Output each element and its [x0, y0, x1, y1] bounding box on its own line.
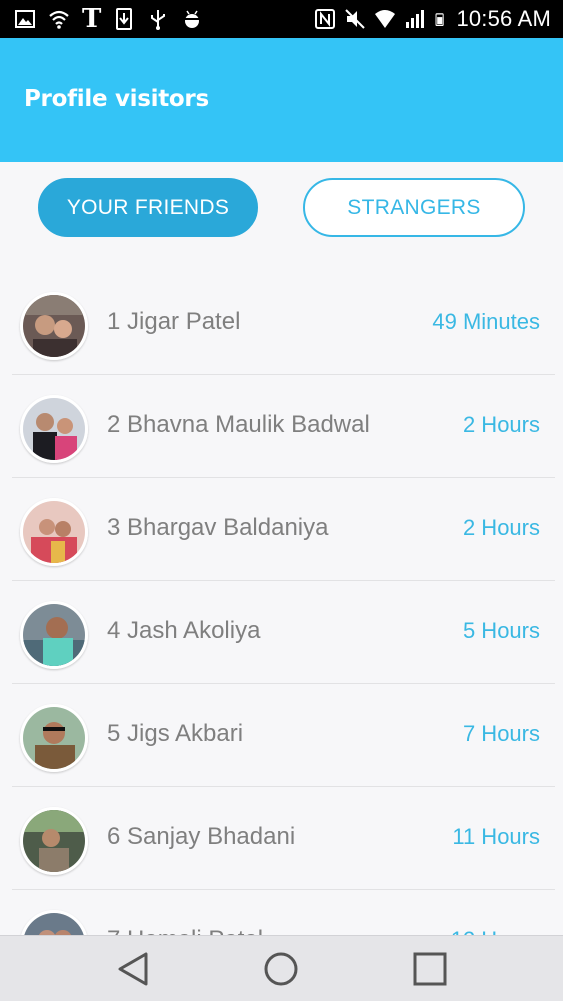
visit-time: 5 Hours — [462, 618, 540, 643]
visit-time: 7 Hours — [462, 721, 540, 746]
clock-time: 10:56 AM — [456, 6, 551, 31]
nfc-icon — [315, 9, 336, 29]
navigation-bar — [0, 935, 563, 1001]
visitor-name: 4 Jash Akoliya — [107, 617, 261, 644]
android-debug-icon — [184, 10, 201, 28]
tab-your-friends[interactable]: YOUR FRIENDS — [38, 178, 258, 237]
visitor-name: 6 Sanjay Bhadani — [107, 823, 296, 850]
visitor-name: 3 Bhargav Baldaniya — [107, 514, 329, 541]
home-icon[interactable] — [262, 950, 300, 988]
avatar — [20, 498, 88, 566]
wifi-icon — [375, 10, 396, 28]
visitor-name: 1 Jigar Patel — [107, 308, 241, 335]
list-item[interactable]: 6 Sanjay Bhadani 11 Hours — [12, 787, 555, 890]
visit-time: 11 Hours — [452, 824, 540, 849]
list-item[interactable]: 4 Jash Akoliya 5 Hours — [12, 581, 555, 684]
status-bar-right: 10:56 AM — [314, 5, 551, 33]
signal-icon — [406, 10, 425, 28]
visit-time: 2 Hours — [462, 515, 540, 540]
visit-time: 49 Minutes — [432, 309, 540, 334]
list-item[interactable]: 1 Jigar Patel 49 Minutes — [12, 272, 555, 375]
download-icon — [116, 8, 133, 30]
image-icon — [15, 10, 35, 28]
list-item[interactable]: 5 Jigs Akbari 7 Hours — [12, 684, 555, 787]
mute-icon — [345, 9, 366, 29]
visitor-list: 1 Jigar Patel 49 Minutes 2 Bhavna Maulik… — [0, 272, 563, 993]
recents-icon[interactable] — [411, 950, 449, 988]
visitor-name: 5 Jigs Akbari — [107, 720, 244, 747]
avatar — [20, 395, 88, 463]
status-bar-left: T — [14, 6, 203, 32]
status-bar: T 10:56 AM — [0, 0, 563, 38]
avatar — [20, 704, 88, 772]
tab-strangers[interactable]: STRANGERS — [303, 178, 525, 237]
list-item[interactable]: 2 Bhavna Maulik Badwal 2 Hours — [12, 375, 555, 478]
battery-icon — [435, 13, 445, 26]
back-icon[interactable] — [114, 950, 152, 988]
app-bar: Profile visitors — [0, 38, 563, 162]
avatar — [20, 601, 88, 669]
visit-time: 2 Hours — [462, 412, 540, 437]
page-title: Profile visitors — [24, 86, 209, 112]
visitor-name: 2 Bhavna Maulik Badwal — [107, 411, 370, 438]
t-mobile-logo: T — [82, 4, 102, 34]
usb-icon — [151, 10, 166, 30]
avatar — [20, 807, 88, 875]
avatar — [20, 292, 88, 360]
list-item[interactable]: 3 Bhargav Baldaniya 2 Hours — [12, 478, 555, 581]
wifi-icon — [49, 10, 69, 29]
